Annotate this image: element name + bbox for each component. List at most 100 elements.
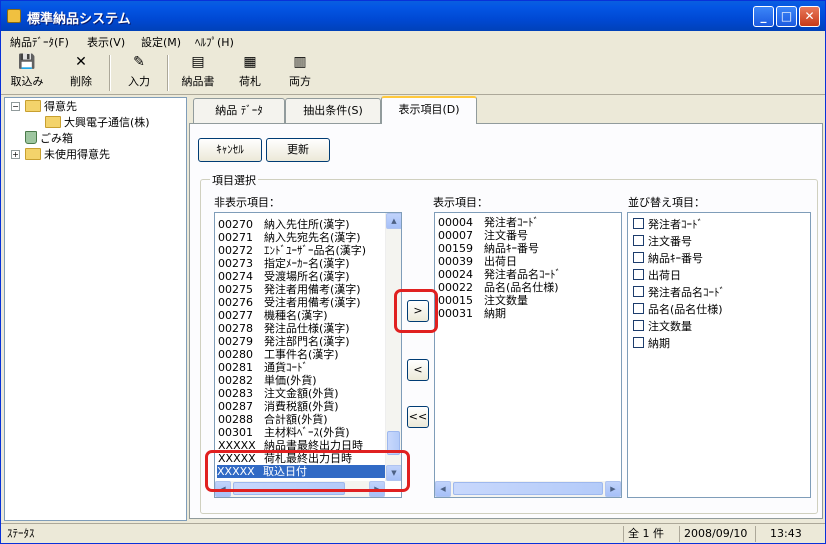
shown-item-row[interactable]: 00159 納品ｷｰ番号 <box>438 242 539 255</box>
horizontal-scrollbar[interactable]: ◀ ▶ <box>435 481 621 497</box>
item-name: 受渡場所名(漢字) <box>264 270 350 283</box>
shown-item-row[interactable]: 00024 発注者品名ｺｰﾄﾞ <box>438 268 561 281</box>
checkbox-icon[interactable] <box>633 269 644 280</box>
hidden-item-row[interactable]: 00271 納入先宛先名(漢字) <box>218 231 361 244</box>
item-code: 00272 <box>218 244 253 257</box>
item-name: 発注品仕様(漢字) <box>264 322 350 335</box>
close-button[interactable]: ✕ <box>799 6 820 27</box>
title-bar[interactable]: 標準納品システム _ □ ✕ <box>1 1 825 31</box>
item-code: 00039 <box>438 255 473 268</box>
checkbox-icon[interactable] <box>633 252 644 263</box>
sort-item-checkbox[interactable]: 注文番号 <box>633 234 692 250</box>
collapse-toggle[interactable]: − <box>11 102 20 111</box>
menu-view[interactable]: 表示(V) <box>87 34 125 50</box>
tree-node-unused[interactable]: 未使用得意先 <box>25 147 110 163</box>
toolbar-separator <box>109 55 111 91</box>
checkbox-icon[interactable] <box>633 218 644 229</box>
hidden-item-row[interactable]: 00301 主材料ﾍﾞｰｽ(外貨) <box>218 426 350 439</box>
hidden-item-row[interactable]: 00274 受渡場所名(漢字) <box>218 270 350 283</box>
item-code: 00280 <box>218 348 253 361</box>
scroll-up-button[interactable]: ▲ <box>386 213 401 229</box>
scroll-right-button[interactable]: ▶ <box>605 481 621 497</box>
remove-item-button[interactable]: < <box>407 359 429 381</box>
menu-help[interactable]: ﾍﾙﾌﾟ(H) <box>195 34 234 50</box>
item-name: 機種名(漢字) <box>264 309 328 322</box>
sort-item-label: 品名(品名仕様) <box>648 303 723 316</box>
tree-node-label: 未使用得意先 <box>44 148 110 161</box>
hidden-item-row[interactable]: 00272 ｴﾝﾄﾞﾕｰｻﾞｰ品名(漢字) <box>218 244 366 257</box>
hidden-item-row[interactable]: 00279 発注部門名(漢字) <box>218 335 350 348</box>
shown-item-row[interactable]: 00007 注文番号 <box>438 229 528 242</box>
checkbox-icon[interactable] <box>633 337 644 348</box>
hidden-item-row[interactable]: 00287 消費税額(外貨) <box>218 400 339 413</box>
scroll-left-button[interactable]: ◀ <box>435 481 451 497</box>
cancel-button[interactable]: ｷｬﾝｾﾙ <box>198 138 262 162</box>
sort-item-checkbox[interactable]: 発注者ｺｰﾄﾞ <box>633 217 703 233</box>
item-name: 注文金額(外貨) <box>264 387 339 400</box>
maximize-button[interactable]: □ <box>776 6 797 27</box>
sort-item-checkbox[interactable]: 品名(品名仕様) <box>633 302 723 318</box>
checkbox-icon[interactable] <box>633 320 644 331</box>
highlight-add-button <box>394 289 438 333</box>
remove-all-button[interactable]: << <box>407 406 429 428</box>
item-name: 消費税額(外貨) <box>264 400 339 413</box>
item-code: 00301 <box>218 426 253 439</box>
hidden-item-row[interactable]: 00277 機種名(漢字) <box>218 309 328 322</box>
hidden-item-row[interactable]: 00276 受注者用備考(漢字) <box>218 296 361 309</box>
shown-items-list[interactable]: 00004 発注者ｺｰﾄﾞ 00007 注文番号 00159 納品ｷｰ番号 00039 出荷日… <box>434 212 622 498</box>
both-button[interactable]: ▥ 両方 <box>285 53 315 93</box>
sort-item-checkbox[interactable]: 納品ｷｰ番号 <box>633 251 703 267</box>
item-code: 00277 <box>218 309 253 322</box>
sort-item-checkbox[interactable]: 注文数量 <box>633 319 692 335</box>
shown-item-row[interactable]: 00004 発注者ｺｰﾄﾞ <box>438 216 539 229</box>
minimize-button[interactable]: _ <box>753 6 774 27</box>
checkbox-icon[interactable] <box>633 303 644 314</box>
shown-item-row[interactable]: 00015 注文数量 <box>438 294 528 307</box>
hidden-item-row[interactable]: 00275 発注者用備考(漢字) <box>218 283 361 296</box>
tab-display-items[interactable]: 表示項目(D) <box>381 96 477 124</box>
shown-item-row[interactable]: 00022 品名(品名仕様) <box>438 281 559 294</box>
shown-item-row[interactable]: 00031 納期 <box>438 307 506 320</box>
vertical-scrollbar[interactable]: ▲ ▼ <box>385 213 401 481</box>
hidden-item-row[interactable]: 00283 注文金額(外貨) <box>218 387 339 400</box>
delete-button[interactable]: ✕ 削除 <box>65 53 97 93</box>
hidden-item-row[interactable]: 00273 指定ﾒｰｶｰ名(漢字) <box>218 257 350 270</box>
shown-item-row[interactable]: 00039 出荷日 <box>438 255 517 268</box>
invoice-button[interactable]: ▤ 納品書 <box>177 53 219 93</box>
tab-delivery-data[interactable]: 納品 ﾃﾞｰﾀ <box>193 98 285 124</box>
tag-label: 荷札 <box>239 75 261 88</box>
menu-settings[interactable]: 設定(M) <box>141 34 181 50</box>
tree-node-customers[interactable]: 得意先 <box>25 99 77 115</box>
sort-item-checkbox[interactable]: 出荷日 <box>633 268 681 284</box>
sort-items-list[interactable]: 発注者ｺｰﾄﾞ 注文番号納品ｷｰ番号出荷日 発注者品名ｺｰﾄﾞ 品名(品名仕様) 注文数… <box>627 212 811 498</box>
hidden-items-label: 非表示項目： <box>214 196 280 209</box>
checkbox-icon[interactable] <box>633 286 644 297</box>
customer-tree[interactable]: − 得意先 大興電子通信(株) ごみ箱 + 未使用得意先 <box>4 97 187 521</box>
sort-item-checkbox[interactable]: 発注者品名ｺｰﾄﾞ <box>633 285 725 301</box>
tab-extract-conditions[interactable]: 抽出条件(S) <box>285 98 381 124</box>
hidden-item-row[interactable]: 00280 工事件名(漢字) <box>218 348 339 361</box>
tree-node-trash[interactable]: ごみ箱 <box>25 131 73 147</box>
hidden-item-row[interactable]: 00288 合計額(外貨) <box>218 413 328 426</box>
sort-item-label: 納品ｷｰ番号 <box>648 252 703 265</box>
scroll-thumb[interactable] <box>453 482 603 495</box>
app-icon <box>7 9 21 23</box>
hidden-item-row[interactable]: 00282 単価(外貨) <box>218 374 317 387</box>
hidden-item-row[interactable]: 00278 発注品仕様(漢字) <box>218 322 350 335</box>
item-code: 00022 <box>438 281 473 294</box>
hidden-item-row[interactable]: 00270 納入先住所(漢字) <box>218 218 350 231</box>
tag-button[interactable]: ▦ 荷札 <box>235 53 265 93</box>
menu-data[interactable]: 納品ﾃﾞｰﾀ(F) <box>10 34 69 50</box>
expand-toggle[interactable]: + <box>11 150 20 159</box>
record-count: 全 1 件 <box>623 526 679 542</box>
tree-node-customer[interactable]: 大興電子通信(株) <box>45 115 150 131</box>
checkbox-icon[interactable] <box>633 235 644 246</box>
sort-item-checkbox[interactable]: 納期 <box>633 336 670 352</box>
import-button[interactable]: 💾 取込み <box>9 53 45 93</box>
input-button[interactable]: ✎ 入力 <box>123 53 155 93</box>
item-code: 00283 <box>218 387 253 400</box>
hidden-item-row[interactable]: 00281 通貨ｺｰﾄﾞ <box>218 361 308 374</box>
update-button[interactable]: 更新 <box>266 138 330 162</box>
item-code: 00015 <box>438 294 473 307</box>
item-code: 00275 <box>218 283 253 296</box>
